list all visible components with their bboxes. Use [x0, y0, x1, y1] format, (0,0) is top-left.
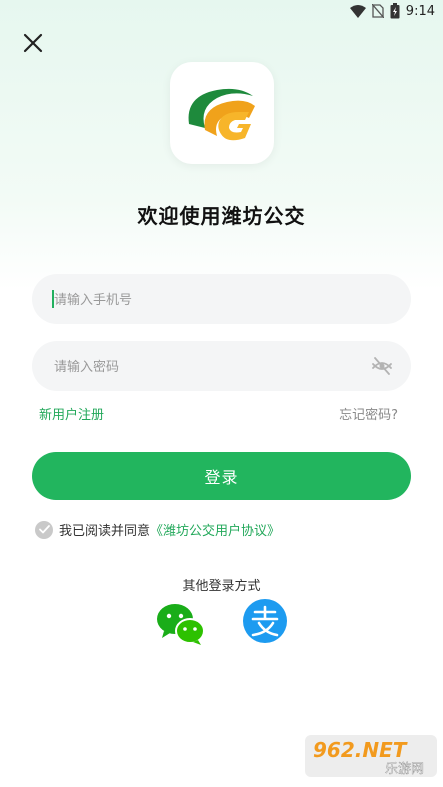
phone-input[interactable]: [52, 274, 356, 326]
eye-off-icon[interactable]: [371, 356, 393, 376]
status-bar: 9:14: [0, 0, 443, 26]
watermark-sub: 乐游网: [385, 762, 424, 777]
no-sim-icon: [371, 4, 384, 18]
password-field[interactable]: [32, 341, 411, 393]
battery-charging-icon: [390, 3, 400, 19]
phone-field[interactable]: [32, 274, 411, 326]
other-login-title: 其他登录方式: [182, 579, 261, 594]
wifi-icon: [349, 4, 366, 18]
alipay-icon[interactable]: [243, 599, 287, 643]
wechat-icon[interactable]: [156, 603, 204, 645]
status-time: 9:14: [405, 3, 435, 19]
register-link[interactable]: 新用户注册: [39, 404, 104, 423]
agree-checkbox[interactable]: [35, 520, 53, 539]
watermark-brand: 962.NET: [313, 738, 408, 762]
password-input[interactable]: [52, 341, 356, 393]
watermark-logo: 962.NET 乐游网: [305, 735, 437, 777]
agreement-text: 我已阅读并同意: [59, 524, 151, 539]
forgot-password-link[interactable]: 忘记密码?: [339, 404, 398, 423]
agreement-link[interactable]: 《潍坊公交用户协议》: [150, 520, 280, 539]
check-icon: [38, 525, 50, 534]
agreement-row: 我已阅读并同意 《潍坊公交用户协议》: [35, 520, 280, 539]
watermark: 962.NET 乐游网: [305, 733, 437, 779]
app-logo-icon: [188, 88, 255, 141]
app-logo: [170, 62, 274, 164]
status-icons: 9:14: [349, 3, 435, 19]
login-button[interactable]: 登录: [32, 452, 411, 500]
close-icon[interactable]: [22, 32, 44, 54]
page-title: 欢迎使用潍坊公交: [137, 204, 306, 228]
